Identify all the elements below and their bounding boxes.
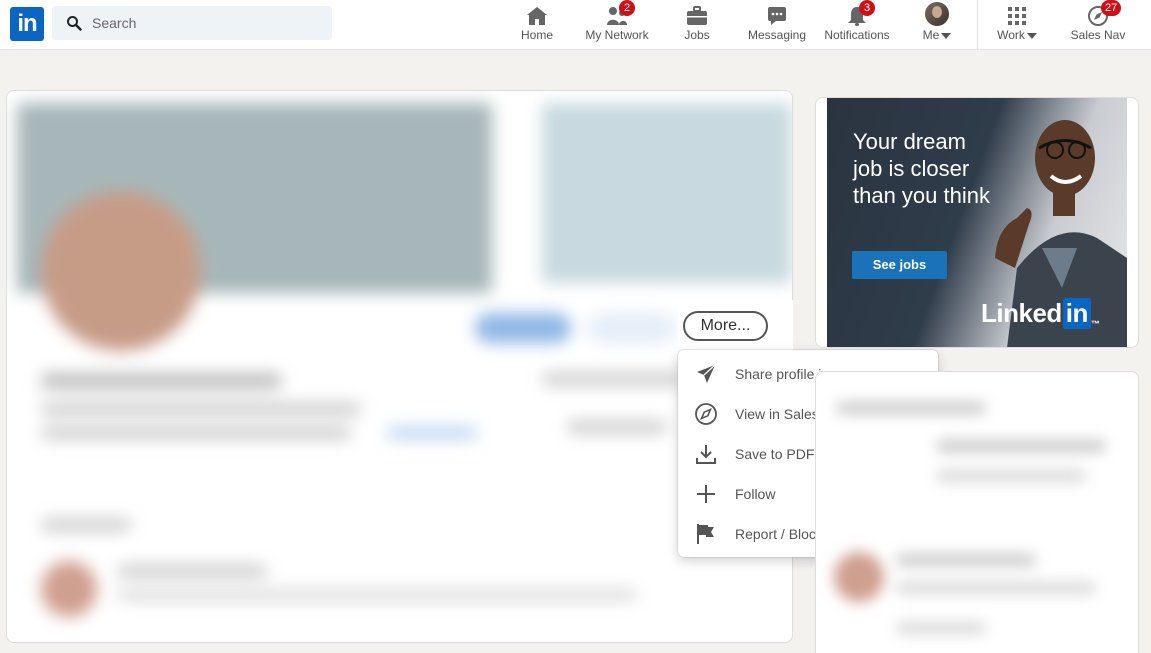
network-badge: 2 — [619, 0, 635, 16]
ad-card[interactable]: Your dream job is closer than you think … — [815, 97, 1139, 348]
search-input[interactable] — [92, 6, 322, 40]
nav-me[interactable]: Me — [907, 0, 967, 50]
nav-my-network-label: My Network — [585, 28, 649, 42]
nav-jobs-label: Jobs — [684, 28, 710, 42]
profile-location-line — [41, 427, 351, 439]
avatar — [925, 2, 949, 26]
profile-contact-line — [387, 427, 477, 439]
notifications-badge: 3 — [859, 0, 875, 16]
section-title-line — [41, 519, 131, 531]
send-icon — [697, 364, 716, 383]
side-avatar — [834, 552, 884, 602]
nav-notifications[interactable]: 3 Notifications — [817, 0, 897, 50]
side-line-5 — [896, 582, 1096, 594]
chevron-down-icon — [1026, 32, 1037, 39]
menu-item-label: Follow — [735, 486, 776, 502]
profile-name-line — [41, 373, 281, 389]
plus-icon — [697, 485, 715, 503]
side-card — [815, 371, 1139, 653]
side-line-1 — [836, 402, 986, 414]
activity-line-2 — [117, 589, 637, 601]
search-icon — [67, 16, 82, 31]
search-box[interactable] — [52, 6, 332, 40]
linkedin-ad-logo: Linked in ™ — [981, 298, 1100, 329]
briefcase-icon — [687, 6, 707, 25]
profile-company-line — [542, 373, 682, 385]
sales-nav-badge: 27 — [1101, 0, 1122, 16]
linkedin-logo[interactable]: in — [10, 7, 44, 41]
more-button[interactable]: More... — [683, 311, 768, 341]
menu-item-label: Report / Block — [735, 526, 823, 542]
nav-work[interactable]: Work — [987, 0, 1047, 50]
side-line-3 — [936, 470, 1086, 482]
home-icon — [527, 7, 547, 25]
side-line-6 — [896, 622, 986, 634]
nav-home[interactable]: Home — [507, 0, 567, 50]
see-jobs-button[interactable]: See jobs — [852, 251, 947, 279]
profile-card — [6, 90, 793, 643]
chevron-down-icon — [941, 32, 952, 39]
nav-home-label: Home — [520, 28, 553, 42]
nav-jobs[interactable]: Jobs — [667, 0, 727, 50]
side-line-2 — [936, 440, 1106, 452]
profile-education-line — [567, 421, 667, 433]
profile-photo — [41, 191, 201, 351]
flag-icon — [697, 524, 714, 544]
menu-item-label: Save to PDF — [735, 446, 815, 462]
download-icon — [696, 445, 716, 464]
blurred-profile-content — [7, 91, 792, 642]
nav-sales-nav[interactable]: 27 Sales Nav — [1063, 0, 1133, 50]
nav-divider — [977, 0, 978, 50]
profile-banner-side — [542, 103, 792, 283]
compass-icon — [695, 403, 717, 425]
ad-headline: Your dream job is closer than you think — [853, 129, 990, 208]
connect-button — [475, 313, 571, 343]
profile-headline-line — [41, 403, 361, 415]
top-nav: in Home 2 My Network Jobs — [0, 0, 1151, 50]
nav-notifications-label: Notifications — [824, 28, 890, 42]
blurred-side-content — [816, 372, 1138, 653]
nav-messaging-label: Messaging — [747, 28, 807, 42]
grid-icon — [1008, 7, 1026, 25]
nav-messaging[interactable]: Messaging — [742, 0, 812, 50]
side-line-4 — [896, 554, 1036, 566]
activity-line-1 — [117, 565, 267, 577]
nav-sales-nav-label: Sales Nav — [1070, 28, 1126, 42]
activity-avatar — [41, 561, 97, 617]
messaging-icon — [768, 7, 786, 25]
nav-me-label: Me — [907, 28, 967, 42]
nav-work-label: Work — [987, 28, 1047, 42]
nav-my-network[interactable]: 2 My Network — [577, 0, 657, 50]
ad-image: Your dream job is closer than you think … — [827, 98, 1127, 347]
message-button — [587, 313, 677, 343]
